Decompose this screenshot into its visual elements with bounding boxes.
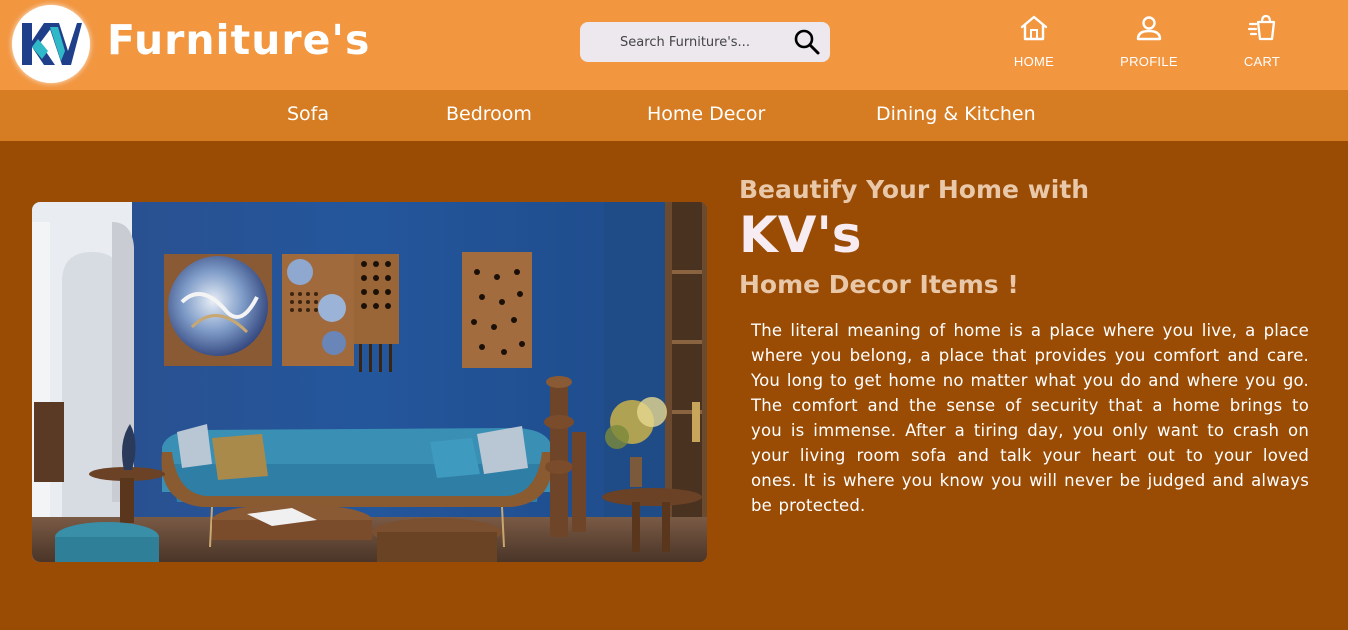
- search-input[interactable]: [590, 30, 780, 54]
- hero-subtitle-bottom: Home Decor Items !: [739, 270, 1019, 299]
- nav-profile-label: PROFILE: [1120, 54, 1178, 69]
- kv-logo-icon: [22, 23, 82, 65]
- search-button[interactable]: [792, 27, 822, 57]
- category-bedroom[interactable]: Bedroom: [446, 103, 532, 125]
- search-icon: [794, 29, 820, 55]
- hero-description: The literal meaning of home is a place w…: [751, 321, 1309, 515]
- hero-subtitle-top: Beautify Your Home with: [739, 175, 1090, 204]
- brand-name: Furniture's: [107, 16, 371, 64]
- category-home-decor[interactable]: Home Decor: [647, 103, 765, 125]
- category-dining-kitchen[interactable]: Dining & Kitchen: [876, 103, 1036, 125]
- cart-icon: [1247, 14, 1276, 41]
- nav-cart[interactable]: CART: [1222, 14, 1302, 69]
- nav-profile[interactable]: PROFILE: [1109, 14, 1189, 69]
- nav-cart-label: CART: [1243, 54, 1281, 69]
- home-icon: [1020, 15, 1048, 41]
- nav-home-label: HOME: [1013, 54, 1055, 69]
- hero-title: KV's: [739, 206, 862, 264]
- category-sofa[interactable]: Sofa: [287, 103, 329, 125]
- user-icon: [1136, 16, 1162, 41]
- brand-logo[interactable]: [12, 5, 90, 83]
- category-bar: Sofa Bedroom Home Decor Dining & Kitchen: [0, 90, 1348, 141]
- search-bar: [580, 22, 830, 62]
- nav-home[interactable]: HOME: [994, 14, 1074, 69]
- hero-living-room-image: [32, 202, 707, 562]
- top-header: Furniture's HOME PROFILE: [0, 0, 1348, 90]
